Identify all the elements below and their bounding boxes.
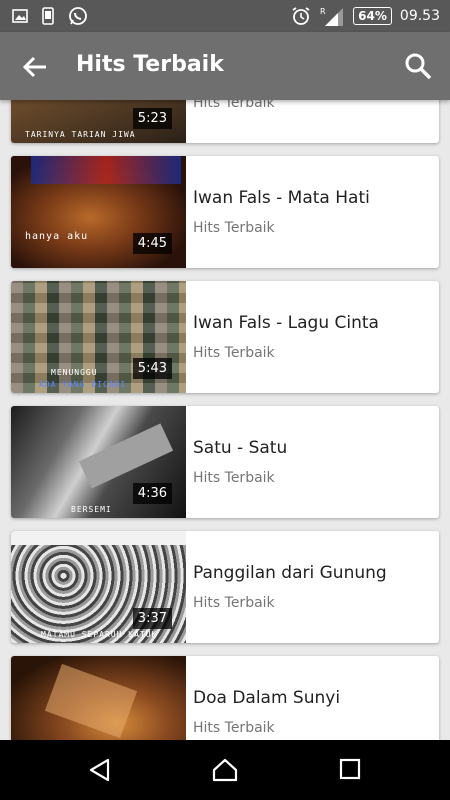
signal-icon: R [320, 7, 344, 26]
clock: 09.53 [399, 8, 440, 24]
video-card[interactable]: Doa Dalam Sunyi Hits Terbaik [11, 656, 439, 740]
video-duration: 4:45 [132, 233, 172, 254]
video-thumbnail[interactable]: BERSEMI 4:36 [11, 406, 186, 518]
video-channel: Hits Terbaik [193, 720, 275, 736]
back-triangle-icon[interactable] [88, 758, 112, 782]
back-arrow-icon[interactable] [20, 52, 50, 82]
notification-icons [12, 6, 88, 26]
thumbnail-artwork [78, 423, 174, 489]
video-thumbnail[interactable]: hanya aku 4:45 [11, 156, 186, 268]
video-channel: Hits Terbaik [193, 345, 275, 361]
phone-icon [42, 7, 54, 25]
gallery-icon [12, 9, 28, 23]
recents-square-icon[interactable] [339, 758, 361, 780]
thumbnail-caption: MENUNGGU [51, 368, 98, 377]
video-title: Doa Dalam Sunyi [193, 688, 341, 708]
video-duration: 4:36 [132, 483, 172, 504]
thumbnail-artwork [44, 663, 138, 739]
video-thumbnail[interactable]: MATAMU SEPARUH KATUK 3:37 [11, 531, 186, 643]
thumbnail-caption: BERSEMI [71, 505, 112, 514]
video-list[interactable]: TARINYA TARIAN JIWA 5:23 Hits Terbaik ha… [0, 100, 450, 740]
video-channel: Hits Terbaik [193, 100, 275, 111]
navigation-bar [0, 740, 450, 800]
battery-indicator: 64% [353, 7, 392, 25]
video-channel: Hits Terbaik [193, 470, 275, 486]
video-thumbnail[interactable]: TARINYA TARIAN JIWA 5:23 [11, 100, 186, 143]
video-duration: 5:43 [132, 358, 172, 379]
page-title: Hits Terbaik [76, 52, 224, 77]
alarm-icon [292, 7, 310, 25]
video-card[interactable]: MENUNGGU ADA YANG DICARI 5:43 Iwan Fals … [11, 281, 439, 393]
video-channel: Hits Terbaik [193, 220, 275, 236]
thumbnail-artwork [11, 531, 186, 545]
thumbnail-artwork [31, 156, 181, 184]
svg-text:R: R [320, 7, 326, 16]
video-title: Panggilan dari Gunung [193, 563, 387, 583]
video-thumbnail[interactable] [11, 656, 186, 740]
home-icon[interactable] [212, 758, 238, 782]
video-title: Satu - Satu [193, 438, 288, 458]
search-icon[interactable] [404, 52, 432, 80]
video-card[interactable]: BERSEMI 4:36 Satu - Satu Hits Terbaik [11, 406, 439, 518]
video-card[interactable]: MATAMU SEPARUH KATUK 3:37 Panggilan dari… [11, 531, 439, 643]
video-card[interactable]: TARINYA TARIAN JIWA 5:23 Hits Terbaik [11, 100, 439, 143]
app-bar: Hits Terbaik [0, 32, 450, 100]
video-card[interactable]: hanya aku 4:45 Iwan Fals - Mata Hati Hit… [11, 156, 439, 268]
thumbnail-caption: hanya aku [25, 231, 89, 242]
video-channel: Hits Terbaik [193, 595, 275, 611]
video-thumbnail[interactable]: MENUNGGU ADA YANG DICARI 5:43 [11, 281, 186, 393]
video-duration: 3:37 [132, 608, 172, 629]
video-title: Iwan Fals - Mata Hati [193, 188, 370, 208]
thumbnail-subcaption: ADA YANG DICARI [39, 380, 127, 389]
video-title: Iwan Fals - Lagu Cinta [193, 313, 379, 333]
thumbnail-caption: TARINYA TARIAN JIWA [25, 130, 136, 139]
video-duration: 5:23 [132, 108, 172, 129]
thumbnail-caption: MATAMU SEPARUH KATUK [41, 630, 158, 639]
whatsapp-icon [69, 7, 87, 25]
status-bar: R 64% 09.53 [0, 0, 450, 32]
